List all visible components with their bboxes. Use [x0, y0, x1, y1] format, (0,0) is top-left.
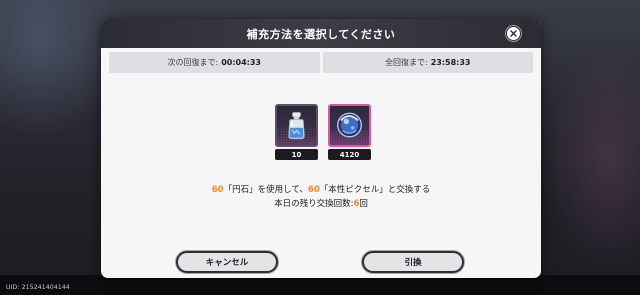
recovery-timers: 次の回復まで: 00:04:33 全回復まで: 23:58:33: [109, 52, 533, 73]
remaining-exchanges: 本日の残り交換回数:6回: [101, 197, 541, 211]
next-recovery-box: 次の回復まで: 00:04:33: [109, 52, 320, 73]
potion-bottle-icon: [277, 112, 316, 145]
full-recovery-label: 全回復まで:: [385, 58, 428, 67]
cost-amount: 60: [211, 185, 224, 195]
next-recovery-value: 00:04:33: [221, 58, 261, 67]
item-frame: [328, 104, 371, 147]
blue-orb-icon: [330, 112, 369, 145]
background-stripe: [0, 275, 640, 295]
remaining-suffix: 回: [359, 199, 368, 209]
dialog-actions: キャンセル 引換: [101, 251, 541, 275]
refill-dialog: 補充方法を選択してください 次の回復まで: 00:04:33 全回復まで: 23…: [101, 19, 541, 278]
full-recovery-box: 全回復まで: 23:58:33: [322, 52, 533, 73]
dialog-title: 補充方法を選択してください: [246, 27, 396, 41]
cost-text: 「円石」を使用して、: [223, 185, 308, 195]
dialog-header: 補充方法を選択してください: [101, 19, 541, 48]
item-honshou-pixel[interactable]: 4120: [328, 104, 371, 160]
item-count: 4120: [328, 149, 371, 160]
user-id-label: UID: 215241404144: [6, 284, 70, 291]
full-recovery-value: 23:58:33: [430, 58, 471, 67]
cancel-button[interactable]: キャンセル: [176, 251, 278, 273]
gain-amount: 60: [307, 185, 320, 195]
next-recovery-label: 次の回復まで:: [167, 58, 219, 67]
exchange-button[interactable]: 引換: [362, 251, 464, 273]
exchange-message: 60「円石」を使用して、60「本性ピクセル」と交換する 本日の残り交換回数:6回: [101, 183, 541, 211]
gain-text: 「本性ピクセル」と交換する: [319, 185, 431, 195]
close-button[interactable]: [506, 26, 521, 41]
close-icon: [510, 30, 517, 37]
item-frame: [275, 104, 318, 147]
remaining-label: 本日の残り交換回数:: [274, 199, 354, 209]
item-enseki[interactable]: 10: [275, 104, 318, 160]
exchange-items: 10 4120: [101, 104, 541, 176]
item-count: 10: [275, 149, 318, 160]
exchange-description: 60「円石」を使用して、60「本性ピクセル」と交換する: [101, 183, 541, 197]
